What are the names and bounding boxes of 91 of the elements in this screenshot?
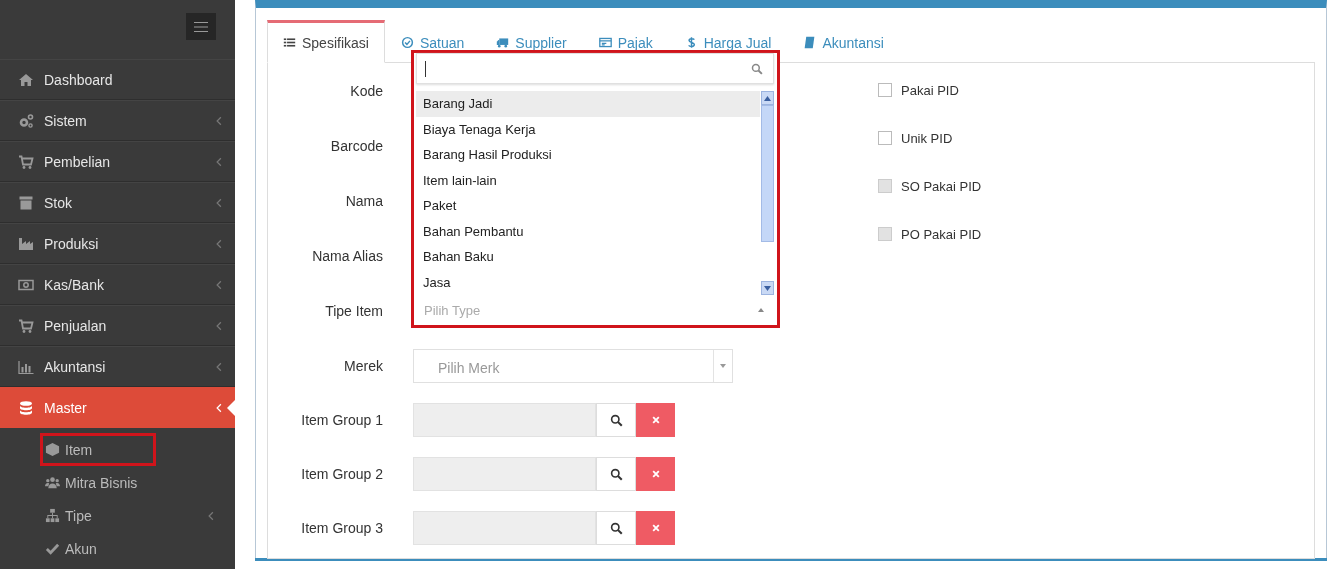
dropdown-option[interactable]: Bahan Pembantu	[416, 218, 760, 244]
submenu-item[interactable]: Item	[40, 433, 156, 466]
sidebar-item-label: Pembelian	[44, 153, 112, 170]
sidebar-item[interactable]: Dashboard	[0, 59, 235, 100]
submenu-item-label: Mitra Bisnis	[65, 474, 139, 491]
gears-icon	[18, 112, 34, 129]
dropdown-option[interactable]: Paket	[416, 193, 760, 219]
sidebar-item[interactable]: Produksi	[0, 223, 235, 264]
search-field[interactable]	[416, 53, 774, 84]
checkbox[interactable]	[878, 131, 892, 145]
field-label: Nama Alias	[311, 247, 383, 264]
list-icon	[283, 36, 296, 49]
field-label: Barcode	[329, 137, 383, 154]
sitemap-icon	[45, 508, 60, 523]
sidebar-item-label: Stok	[44, 194, 73, 211]
tab[interactable]: Spesifikasi	[267, 20, 385, 63]
users-icon	[45, 475, 60, 490]
search-button[interactable]	[596, 511, 636, 545]
search-icon	[751, 62, 763, 75]
field-label: Item Group 1	[300, 412, 383, 428]
tab[interactable]: Satuan	[384, 20, 481, 63]
field-label: Item Group 2	[300, 466, 383, 482]
field-label: Tipe Item	[324, 302, 383, 319]
tab[interactable]: Supplier	[480, 20, 583, 63]
sidebar-item-label: Sistem	[44, 112, 88, 129]
tab[interactable]: Harga Jual	[668, 20, 788, 63]
dropdown-option[interactable]: Item lain-lain	[416, 167, 760, 193]
cart-icon	[18, 317, 34, 334]
database-icon	[18, 399, 34, 416]
scroll-up-icon	[763, 95, 771, 101]
checkbox[interactable]	[878, 83, 892, 97]
close-icon	[650, 523, 661, 533]
submenu-item-label: Item	[65, 441, 94, 458]
scrollbar-thumb[interactable]	[760, 105, 774, 242]
sidebar-item-label: Kas/Bank	[44, 276, 105, 293]
search-button[interactable]	[596, 403, 636, 437]
bar-chart-icon	[18, 358, 34, 375]
tab[interactable]: Akuntansi	[787, 20, 900, 63]
check-icon	[45, 541, 60, 556]
sidebar-item-label: Produksi	[44, 235, 100, 252]
submenu-item[interactable]: Tipe	[0, 499, 235, 532]
sidebar-item[interactable]: Kas/Bank	[0, 264, 235, 305]
sidebar-item-label: Master	[44, 399, 88, 416]
card-icon	[598, 36, 612, 49]
search-icon	[609, 521, 623, 535]
checkbox-label: Unik PID	[901, 130, 953, 146]
scrollbar[interactable]	[760, 91, 774, 295]
checkbox-label: SO Pakai PID	[901, 178, 982, 194]
close-icon	[650, 415, 661, 425]
check-circle-icon	[400, 36, 414, 49]
sidebar-item[interactable]: Master	[0, 387, 235, 428]
cube-icon	[45, 442, 60, 457]
checkbox-label: PO Pakai PID	[901, 226, 982, 242]
sidebar-item-label: Akuntansi	[44, 358, 107, 375]
sidebar-item[interactable]: Stok	[0, 182, 235, 223]
dropdown-option[interactable]: Bahan Baku	[416, 244, 760, 270]
archive-box-icon	[18, 194, 34, 211]
submenu-item-label: Tipe	[65, 507, 93, 524]
field-label: Kode	[349, 82, 383, 99]
text-cursor	[425, 60, 426, 77]
search-icon	[609, 467, 623, 481]
field-label: Nama	[344, 192, 383, 209]
scroll-down-icon	[763, 285, 771, 291]
search-icon	[609, 413, 623, 427]
dropdown-arrow-icon	[758, 308, 764, 312]
sidebar-item-label: Dashboard	[44, 71, 114, 88]
dropdown-option[interactable]: Barang Jadi	[416, 91, 760, 117]
tab[interactable]: Pajak	[582, 20, 669, 63]
submenu-item-label: Akun	[65, 540, 98, 557]
submenu-item[interactable]: Akun	[0, 532, 235, 565]
menu-toggle-button[interactable]	[186, 13, 216, 40]
dropdown-option[interactable]: Barang Hasil Produksi	[416, 142, 760, 168]
sidebar-item[interactable]: Sistem	[0, 100, 235, 141]
factory-icon	[18, 235, 34, 252]
cart-icon	[18, 153, 34, 170]
submenu-item[interactable]: Mitra Bisnis	[0, 466, 235, 499]
dropdown-option[interactable]: Jasa	[416, 269, 760, 295]
field-label: Merek	[343, 357, 383, 374]
close-icon	[650, 469, 661, 479]
home-icon	[18, 71, 34, 88]
dropdown-arrow-icon	[720, 363, 726, 368]
checkbox-label: Pakai PID	[901, 82, 959, 98]
dropdown-option[interactable]: Biaya Tenaga Kerja	[416, 116, 760, 142]
field-label: Item Group 3	[300, 520, 383, 536]
search-button[interactable]	[596, 457, 636, 491]
sidebar-item[interactable]: Penjualan	[0, 305, 235, 346]
truck-icon	[496, 36, 510, 49]
pointer-notch	[227, 400, 235, 416]
sidebar-item-label: Penjualan	[44, 317, 108, 334]
sidebar-item[interactable]: Pembelian	[0, 141, 235, 182]
book-icon	[803, 36, 817, 49]
